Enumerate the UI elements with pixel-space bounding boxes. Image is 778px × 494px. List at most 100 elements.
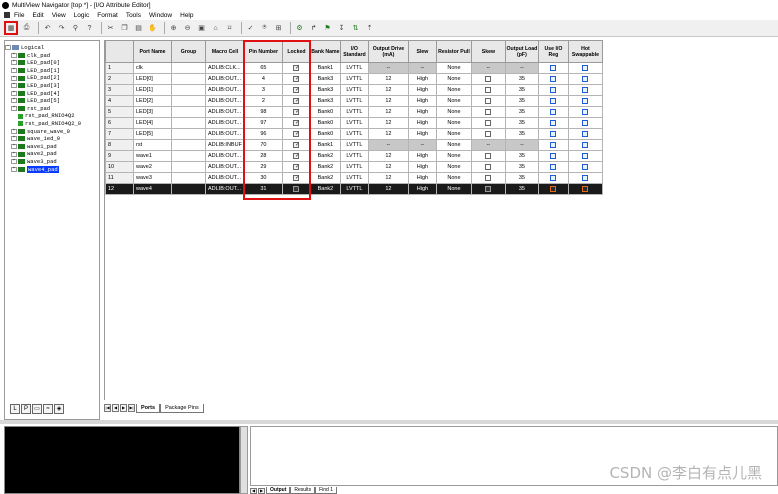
output-load-cell[interactable]: 35	[504, 183, 539, 195]
zoom-out-icon[interactable]: ⊖	[182, 23, 193, 34]
checkbox-icon[interactable]	[550, 97, 557, 104]
use-io-reg-checkbox[interactable]	[537, 128, 569, 140]
bank-name-cell[interactable]: Bank1	[309, 62, 341, 74]
output-drive-cell[interactable]: 12	[367, 84, 409, 96]
output-load-cell[interactable]: 35	[504, 172, 539, 184]
checkbox-icon[interactable]	[485, 174, 492, 181]
table-row[interactable]: 4LED[2] ADLIB:OUT...2 Bank3LVTTL12HighNone…	[105, 95, 603, 107]
pin-number-cell[interactable]: 97	[243, 117, 283, 129]
resistor-pull-cell[interactable]: None	[435, 150, 472, 162]
port-name-cell[interactable]: wave2	[133, 161, 172, 173]
tree-item[interactable]: rst_pad_RNIO4Q2_0	[5, 120, 99, 128]
checkbox-icon[interactable]	[293, 185, 300, 192]
checkbox-icon[interactable]	[582, 130, 589, 137]
checkbox-icon[interactable]	[550, 75, 557, 82]
tree-item[interactable]: + wave_1ed_0	[5, 135, 99, 143]
group-cell[interactable]	[171, 161, 206, 173]
checkbox-icon[interactable]	[293, 97, 300, 104]
slew-cell[interactable]: High	[407, 161, 437, 173]
table-row[interactable]: 3LED[1]ADLIB:OUT...3Bank3LVTTL12HighNone…	[105, 84, 603, 96]
locked-checkbox[interactable]	[281, 183, 311, 195]
locked-checkbox[interactable]	[281, 84, 311, 96]
macro-cell-cell[interactable]: ADLIB:OUT...	[205, 128, 245, 140]
col-header[interactable]: Pin Number	[243, 40, 283, 63]
bank-name-cell[interactable]: Bank1	[309, 139, 341, 151]
collapse-icon[interactable]: −	[5, 45, 11, 51]
tree-item[interactable]: + square_wave_0	[5, 128, 99, 136]
tree-item[interactable]: rst_pad_RNIO4Q2	[5, 112, 99, 120]
physical-tab[interactable]: P	[21, 404, 31, 414]
instances-tab[interactable]: ◈	[54, 404, 64, 414]
tree-item[interactable]: + LED_pad[5]	[5, 97, 99, 105]
hot-swappable-checkbox[interactable]	[567, 161, 603, 173]
resistor-pull-cell[interactable]: None	[435, 128, 472, 140]
undo-icon[interactable]: ↶	[42, 23, 53, 34]
tree-item[interactable]: + LED_pad[3]	[5, 82, 99, 90]
group-cell[interactable]	[171, 84, 206, 96]
check-icon[interactable]: ✓	[245, 23, 256, 34]
expand-icon[interactable]: +	[11, 128, 17, 134]
checkbox-icon[interactable]	[550, 141, 557, 148]
locked-checkbox[interactable]	[281, 117, 311, 129]
hot-swappable-checkbox[interactable]	[567, 106, 603, 118]
checkbox-icon[interactable]	[293, 75, 300, 82]
col-header[interactable]: Output Drive (mA)	[367, 40, 409, 63]
checkbox-icon[interactable]	[485, 163, 492, 170]
io-standard-cell[interactable]: LVTTL	[339, 150, 369, 162]
table-row[interactable]: 6LED[4] ADLIB:OUT...97 Bank0LVTTL12HighNon…	[105, 117, 603, 129]
pin-number-cell[interactable]: 31	[243, 183, 283, 195]
output-load-cell[interactable]: 35	[504, 73, 539, 85]
resistor-pull-cell[interactable]: None	[435, 172, 472, 184]
locked-checkbox[interactable]	[281, 150, 311, 162]
group-cell[interactable]	[171, 106, 206, 118]
macro-cell-cell[interactable]: ADLIB:OUT...	[205, 183, 245, 195]
bank-name-cell[interactable]: Bank2	[309, 172, 341, 184]
checkbox-icon[interactable]	[550, 64, 557, 71]
row-number[interactable]: 6	[105, 117, 134, 129]
row-number[interactable]: 5	[105, 106, 134, 118]
output-drive-cell[interactable]: 12	[367, 150, 409, 162]
tab-find-1[interactable]: Find 1	[315, 487, 337, 494]
tree-item[interactable]: + LED_pad[0]	[5, 59, 99, 67]
menu-format[interactable]: Format	[97, 12, 118, 19]
col-header[interactable]: Locked	[281, 40, 311, 63]
pin-number-cell[interactable]: 4	[243, 73, 283, 85]
checkbox-icon[interactable]	[485, 185, 492, 192]
io-standard-cell[interactable]: LVTTL	[339, 172, 369, 184]
bank-name-cell[interactable]: Bank3	[309, 95, 341, 107]
skew-cell[interactable]	[470, 73, 506, 85]
checkbox-icon[interactable]	[550, 163, 557, 170]
col-header[interactable]: Hot Swappable	[567, 40, 603, 63]
use-io-reg-checkbox[interactable]	[537, 84, 569, 96]
port-name-cell[interactable]: LED[4]	[133, 117, 172, 129]
use-io-reg-checkbox[interactable]	[537, 62, 569, 74]
next-tab-button[interactable]: ▶	[120, 404, 127, 412]
use-io-reg-checkbox[interactable]	[537, 161, 569, 173]
io-standard-cell[interactable]: LVTTL	[339, 62, 369, 74]
expand-icon[interactable]: +	[11, 68, 17, 74]
tree-item[interactable]: + LED_pad[2]	[5, 74, 99, 82]
col-header[interactable]: Output Load (pF)	[504, 40, 539, 63]
macro-cell-cell[interactable]: ADLIB:OUT...	[205, 95, 245, 107]
expand-icon[interactable]: +	[11, 75, 17, 81]
sort-icon[interactable]: ↧	[336, 23, 347, 34]
checkbox-icon[interactable]	[293, 174, 300, 181]
skew-cell[interactable]	[470, 128, 506, 140]
bank-name-cell[interactable]: Bank0	[309, 117, 341, 129]
bank-name-cell[interactable]: Bank2	[309, 183, 341, 195]
macro-cell-cell[interactable]: ADLIB:OUT...	[205, 73, 245, 85]
checkbox-icon[interactable]	[550, 108, 557, 115]
io-standard-cell[interactable]: LVTTL	[339, 95, 369, 107]
col-header[interactable]: Use I/O Reg	[537, 40, 569, 63]
slew-cell[interactable]: High	[407, 84, 437, 96]
io-editor-icon[interactable]: ▦	[4, 21, 18, 35]
expand-icon[interactable]: +	[11, 52, 17, 58]
lock-icon[interactable]: ⌂	[210, 23, 221, 34]
assign-icon[interactable]: ⚙	[294, 23, 305, 34]
group-cell[interactable]	[171, 117, 206, 129]
bank-name-cell[interactable]: Bank0	[309, 128, 341, 140]
tree-item[interactable]: + rst_pad	[5, 105, 99, 113]
menu-help[interactable]: Help	[180, 12, 193, 19]
expand-icon[interactable]: +	[11, 136, 17, 142]
checkbox-icon[interactable]	[582, 174, 589, 181]
